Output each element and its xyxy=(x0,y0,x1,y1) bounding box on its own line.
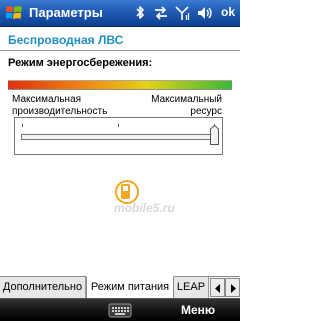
header-divider xyxy=(0,50,240,51)
windows-start-icon[interactable] xyxy=(5,4,23,22)
slider-thumb[interactable] xyxy=(210,125,219,145)
connectivity-icon[interactable] xyxy=(153,3,169,23)
page-title: Беспроводная ЛВС xyxy=(8,33,124,47)
bottom-menu-bar: Меню xyxy=(0,298,240,321)
bluetooth-icon[interactable] xyxy=(134,3,146,23)
watermark-text: mobile5.ru xyxy=(114,201,175,215)
tab-bar: Дополнительно Режим питания LEAP xyxy=(0,276,240,299)
tab-power-mode[interactable]: Режим питания xyxy=(86,276,174,298)
keyboard-icon[interactable] xyxy=(108,303,132,318)
tab-scroll-right-button[interactable] xyxy=(225,278,240,297)
chevron-left-icon xyxy=(214,284,220,293)
chevron-right-icon xyxy=(230,284,236,293)
volume-icon[interactable] xyxy=(196,3,214,23)
title-bar: Параметры ok xyxy=(0,0,240,27)
power-saving-label: Режим энергосбережения: xyxy=(8,57,153,69)
menu-button[interactable]: Меню xyxy=(181,303,215,317)
slider-tick xyxy=(118,124,119,127)
tab-scroll-left-button[interactable] xyxy=(210,278,225,297)
power-level-gradient xyxy=(8,80,232,90)
ok-button[interactable]: ok xyxy=(221,5,235,19)
window-title: Параметры xyxy=(29,5,103,20)
slider-tick xyxy=(22,124,23,127)
signal-icon[interactable] xyxy=(174,3,190,23)
slider-track xyxy=(21,134,217,140)
tab-advanced[interactable]: Дополнительно xyxy=(0,277,86,298)
max-performance-label: Максимальная производительность xyxy=(12,94,107,118)
max-battery-label-line1: Максимальный xyxy=(151,94,222,105)
max-performance-label-line1: Максимальная xyxy=(12,94,82,105)
max-battery-label: Максимальный ресурс xyxy=(151,94,222,118)
tab-leap[interactable]: LEAP xyxy=(174,277,209,298)
power-mode-slider[interactable] xyxy=(14,117,223,155)
